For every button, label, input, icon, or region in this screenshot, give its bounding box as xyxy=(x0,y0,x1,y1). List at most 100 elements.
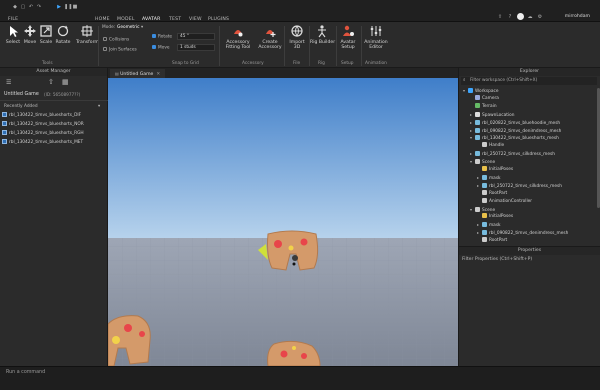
tree-item[interactable]: ▾ Scene xyxy=(470,206,495,213)
properties-title: Properties xyxy=(459,247,600,255)
tree-item-label: InitialPoses xyxy=(489,167,514,172)
play-icon[interactable]: ▶ xyxy=(56,4,62,10)
tree-item-label: RootPart xyxy=(489,190,508,196)
asset-list-item[interactable]: rbl_130422_timvs_blueshorts_MET xyxy=(2,139,83,146)
redo-icon[interactable]: ↷ xyxy=(36,4,42,10)
filter-icon: ⌕ xyxy=(463,78,466,83)
ribbon-divider xyxy=(361,26,362,66)
shorts-model[interactable] xyxy=(108,315,151,366)
game-title[interactable]: Untitled Game xyxy=(4,92,39,97)
chevron-down-icon[interactable]: ▾ xyxy=(141,25,143,30)
tree-item[interactable]: ▾ rbl_130422_timvs_blueshorts_mesh xyxy=(470,134,559,141)
scene-render[interactable] xyxy=(108,78,458,366)
3d-viewport[interactable] xyxy=(108,78,458,366)
asset-list-item[interactable]: rbl_130422_timvs_blueshorts_NOR xyxy=(2,121,84,128)
tree-item[interactable]: Camera xyxy=(470,94,499,102)
collisions-label: Collisions xyxy=(109,37,130,43)
close-icon[interactable]: ✕ xyxy=(156,72,160,77)
checkbox-box[interactable] xyxy=(103,37,107,41)
import-3d-button[interactable]: Import 3D xyxy=(286,24,308,50)
avatar[interactable] xyxy=(517,13,524,20)
asset-list-item[interactable]: rbl_130422_timvs_blueshorts_DIF xyxy=(2,112,81,119)
tree-item[interactable]: ▸ rbl_250722_timvs_silkdress_mesh xyxy=(477,182,562,189)
tree-item[interactable]: ▸ mask xyxy=(477,174,501,181)
asset-manager-panel: Asset Manager ☰ ⇧ ▦ Untitled Game (ID: 5… xyxy=(0,68,108,366)
accessory-fitting-tool-button[interactable]: Accessory Fitting Tool xyxy=(225,24,251,50)
ribbon-toolbar: Select Move Scale Rotate Transform Tools… xyxy=(0,22,600,68)
properties-filter[interactable]: Filter Properties (Ctrl+Shift+P) xyxy=(462,257,532,262)
mesh-icon xyxy=(475,127,480,133)
tree-item[interactable]: InitialPoses xyxy=(477,166,513,173)
mesh-icon xyxy=(482,174,487,180)
save-icon[interactable]: ▢ xyxy=(20,4,26,10)
tree-item[interactable]: ▸ rbl_020822_timvs_bluehoodie_mesh xyxy=(470,119,560,126)
explorer-title: Explorer xyxy=(459,68,600,76)
share-icon[interactable]: ⇪ xyxy=(497,14,503,20)
accessory-group-label: Accessory xyxy=(242,61,264,66)
rig-group-label: Rig xyxy=(318,61,325,66)
tree-item[interactable]: ▸ rbl_090822_timvs_denimdress_mesh xyxy=(470,127,561,134)
file-group-label: File xyxy=(293,61,301,66)
help-icon[interactable]: ? xyxy=(507,14,513,20)
transform-tool-button[interactable]: Transform xyxy=(76,24,99,45)
recently-added-header: Recently Added xyxy=(4,104,38,109)
tree-item[interactable]: RootPart xyxy=(477,237,507,244)
pause-icon[interactable]: ❚❚ xyxy=(64,4,72,10)
grid-view-icon[interactable]: ▦ xyxy=(62,78,69,86)
part-icon xyxy=(482,189,487,195)
join-surfaces-checkbox[interactable]: Join Surfaces xyxy=(103,47,137,53)
mode-dropdown[interactable]: Geometric xyxy=(117,25,139,30)
tree-item[interactable]: ▸ SpawnLocation xyxy=(470,111,515,118)
undo-icon[interactable]: ↶ xyxy=(28,4,34,10)
tree-item-label: Handle xyxy=(489,143,505,149)
tree-item[interactable]: ▸ rbl_090822_timvs_denimdress_mesh xyxy=(477,229,568,236)
studio-logo-icon: ◆ xyxy=(13,4,17,10)
checkbox-box[interactable] xyxy=(103,47,107,51)
mesh-icon xyxy=(475,151,480,157)
mesh-icon xyxy=(475,135,480,141)
upload-icon[interactable]: ⇧ xyxy=(48,78,54,86)
image-asset-icon xyxy=(2,121,7,126)
notifications-icon[interactable]: ☁ xyxy=(527,14,533,20)
tab-untitled-game[interactable]: ▤ Untitled Game ✕ xyxy=(110,69,166,78)
tree-item[interactable]: InitialPoses xyxy=(477,213,513,220)
tree-item[interactable]: AnimationController xyxy=(477,197,532,205)
rig-builder-icon xyxy=(318,25,326,38)
tree-item[interactable]: RootPart xyxy=(477,189,508,197)
tree-item[interactable]: ▸ mask xyxy=(477,221,501,228)
rig-builder-button[interactable]: Rig Builder xyxy=(310,24,335,45)
snap-group-label: Snap to Grid xyxy=(172,61,199,66)
avatar-setup-button[interactable]: Avatar Setup xyxy=(337,24,359,50)
tree-item[interactable]: Terrain xyxy=(470,102,497,110)
username[interactable]: mirrohdam xyxy=(565,14,590,19)
explorer-filter-placeholder[interactable]: Filter workspace (Ctrl+Shift+X) xyxy=(470,78,537,83)
create-accessory-button[interactable]: Create Accessory xyxy=(257,24,283,50)
tree-item[interactable]: ▸ rbl_250722_timvs_silkdress_mesh xyxy=(470,150,555,157)
rotate-snap-input[interactable]: 45 ° xyxy=(177,33,215,40)
rotate-tool-button[interactable]: Rotate xyxy=(52,24,74,45)
chevron-down-icon[interactable]: ▾ xyxy=(98,104,100,109)
move-snap-checkbox[interactable]: Move xyxy=(152,45,170,51)
tree-item-label: mask xyxy=(489,175,501,181)
title-bar: ◆ ▢ ↶ ↷ ▶ ❚❚ ■ FILE HOME MODEL AVATAR TE… xyxy=(0,0,600,25)
collisions-checkbox[interactable]: Collisions xyxy=(103,37,129,43)
checkbox-box[interactable] xyxy=(152,45,156,49)
stop-icon[interactable]: ■ xyxy=(72,4,78,10)
settings-icon[interactable]: ⚙ xyxy=(537,14,543,20)
rotate-snap-checkbox[interactable]: Rotate xyxy=(152,34,172,40)
checkbox-box[interactable] xyxy=(152,34,156,38)
tree-item[interactable]: Handle xyxy=(477,142,504,149)
list-view-icon[interactable]: ☰ xyxy=(6,79,11,86)
tree-item-label: rbl_130422_timvs_blueshorts_mesh xyxy=(482,136,559,142)
move-snap-input[interactable]: 1 studs xyxy=(177,44,215,51)
command-bar[interactable]: Run a command xyxy=(0,366,600,390)
command-input[interactable]: Run a command xyxy=(6,370,45,375)
explorer-filter[interactable]: ⌕ Filter workspace (Ctrl+Shift+X) xyxy=(461,77,597,85)
animation-editor-button[interactable]: Animation Editor xyxy=(363,24,389,50)
tree-item[interactable]: ▾ Scene xyxy=(470,158,495,165)
rotate-icon xyxy=(57,25,69,37)
cursor-icon xyxy=(10,26,18,37)
asset-list-item[interactable]: rbl_130422_timvs_blueshorts_RGH xyxy=(2,130,84,137)
tree-item[interactable]: ▾ Workspace xyxy=(463,87,499,94)
tree-item-label: InitialPoses xyxy=(489,214,514,220)
